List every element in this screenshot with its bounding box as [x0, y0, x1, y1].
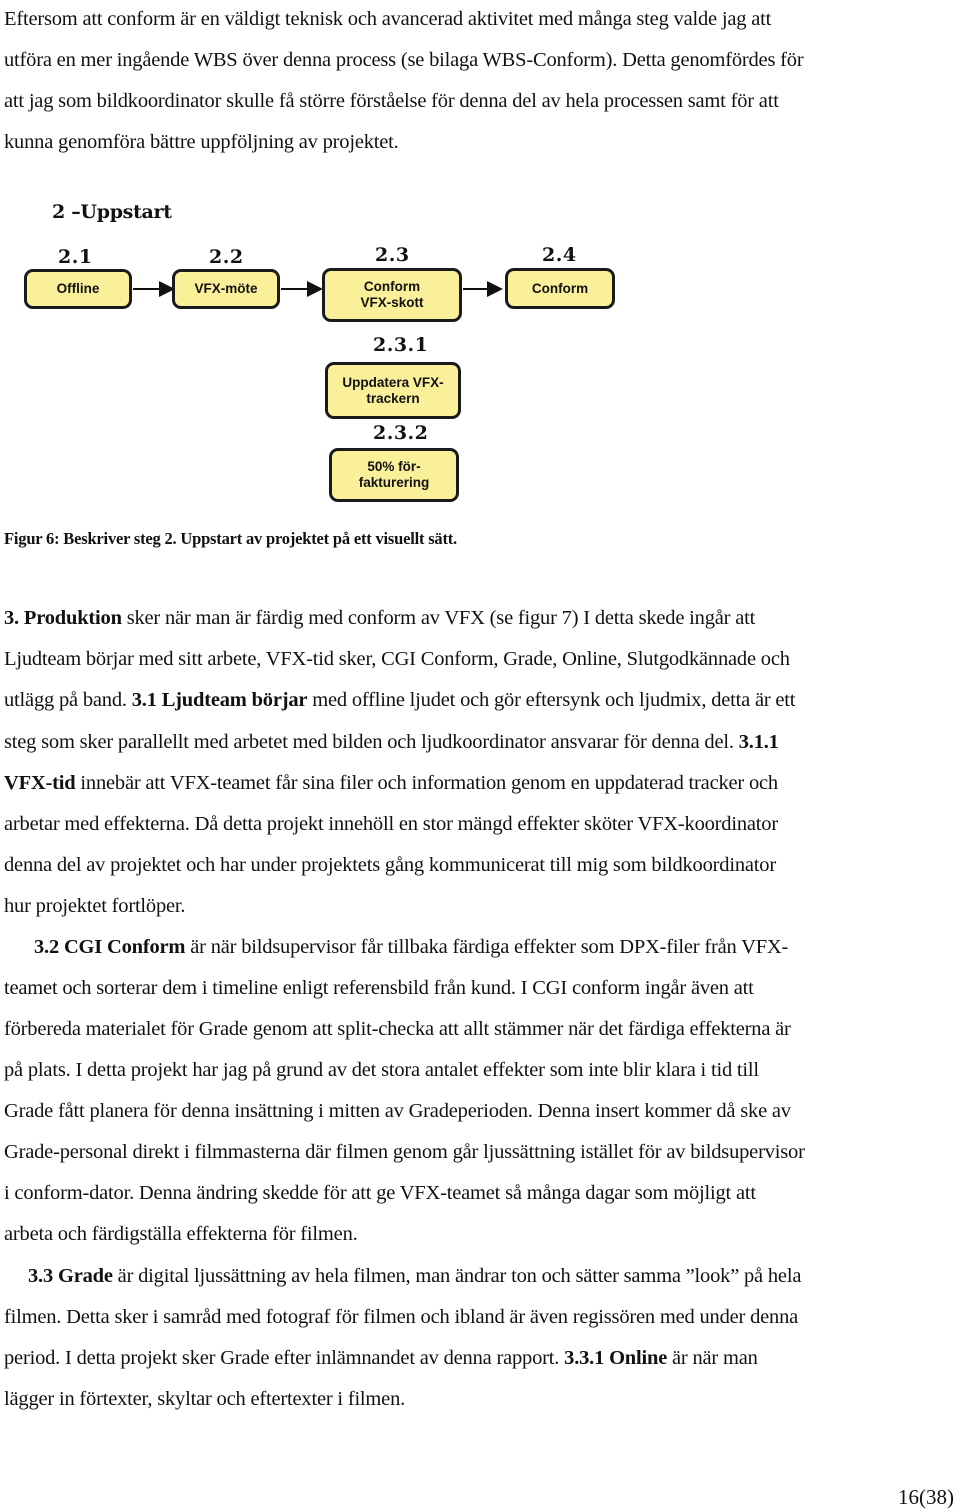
- body-line: 3.3 Grade är digital ljussättning av hel…: [28, 1264, 801, 1288]
- text: utlägg på band.: [4, 689, 132, 711]
- step-number: 2.3: [375, 244, 410, 266]
- body-line: förbereda materialet för Grade genom att…: [4, 1018, 791, 1040]
- body-line: utlägg på band. 3.1 Ljudteam börjar med …: [4, 688, 796, 712]
- intro-line: Eftersom att conform är en väldigt tekni…: [4, 8, 772, 30]
- arrow-icon: [133, 281, 175, 297]
- intro-line: att jag som bildkoordinator skulle få st…: [4, 90, 779, 112]
- page-number: 16(38): [898, 1485, 954, 1509]
- substep-label: Uppdatera VFX- trackern: [342, 374, 444, 406]
- intro-line: utföra en mer ingående WBS över denna pr…: [4, 49, 804, 71]
- heading-cgi-conform: 3.2 CGI Conform: [34, 936, 186, 958]
- text: steg som sker parallellt med arbetet med…: [4, 731, 739, 753]
- heading-vfx-tid: VFX-tid: [4, 772, 76, 794]
- step-box-conform: Conform: [505, 268, 615, 309]
- text: med offline ljudet och gör eftersynk och…: [307, 689, 796, 711]
- substep-box-tracker: Uppdatera VFX- trackern: [325, 362, 461, 419]
- substep-number: 2.3.2: [373, 422, 429, 444]
- text: period. I detta projekt sker Grade efter…: [4, 1347, 565, 1369]
- step-label: VFX-möte: [194, 281, 258, 296]
- step-number: 2.2: [209, 246, 244, 268]
- body-line: på plats. I detta projekt har jag på gru…: [4, 1059, 759, 1081]
- step-label: Offline: [56, 281, 100, 296]
- body-line: Grade-personal direkt i filmmasterna där…: [4, 1141, 805, 1163]
- substep-label: 50% för- fakturering: [358, 459, 430, 490]
- figure-caption: Figur 6: Beskriver steg 2. Uppstart av p…: [4, 529, 457, 548]
- heading-produktion: 3. Produktion: [4, 607, 122, 629]
- step-box-vfx-mote: VFX-möte: [172, 269, 280, 309]
- body-line: VFX-tid innebär att VFX-teamet får sina …: [4, 771, 778, 795]
- arrow-icon: [281, 281, 323, 297]
- body-line: hur projektet fortlöper.: [4, 895, 186, 917]
- text: innebär att VFX-teamet får sina filer oc…: [75, 772, 778, 794]
- text: är när bildsupervisor får tillbaka färdi…: [185, 936, 789, 958]
- body-line: steg som sker parallellt med arbetet med…: [4, 730, 779, 754]
- heading-online: 3.3.1 Online: [564, 1347, 668, 1369]
- body-line: denna del av projektet och har under pro…: [4, 854, 776, 876]
- heading-ljudteam: 3.1 Ljudteam börjar: [131, 689, 308, 711]
- body-line: arbetar med effekterna. Då detta projekt…: [4, 813, 778, 835]
- diagram-title: 2 –Uppstart: [52, 201, 172, 223]
- wbs-diagram: 2 –Uppstart 2.1 Offline 2.2 VFX-möte 2.3…: [0, 190, 640, 510]
- step-label: Conform VFX-skott: [360, 279, 424, 310]
- body-line: period. I detta projekt sker Grade efter…: [4, 1346, 758, 1370]
- step-number: 2.1: [58, 246, 93, 268]
- body-line: 3. Produktion sker när man är färdig med…: [4, 606, 755, 630]
- text: är digital ljussättning av hela filmen, …: [112, 1265, 802, 1287]
- intro-line: kunna genomföra bättre uppföljning av pr…: [4, 131, 399, 153]
- substep-number: 2.3.1: [373, 334, 429, 356]
- step-label: Conform: [531, 280, 589, 296]
- body-line: i conform-dator. Denna ändring skedde fö…: [4, 1182, 756, 1204]
- text: sker när man är färdig med conform av VF…: [121, 607, 756, 629]
- arrow-icon: [463, 281, 503, 297]
- body-line: Ljudteam börjar med sitt arbete, VFX-tid…: [4, 648, 790, 670]
- body-line: Grade fått planera för denna insättning …: [4, 1100, 791, 1122]
- step-box-conform-vfx: Conform VFX-skott: [322, 268, 462, 322]
- substep-box-invoicing: 50% för- fakturering: [329, 448, 459, 502]
- body-line: teamet och sorterar dem i timeline enlig…: [4, 977, 754, 999]
- step-number: 2.4: [542, 244, 577, 266]
- heading-grade: 3.3 Grade: [28, 1265, 113, 1287]
- body-line: 3.2 CGI Conform är när bildsupervisor få…: [34, 935, 788, 959]
- body-line: filmen. Detta sker i samråd med fotograf…: [4, 1306, 799, 1328]
- body-line: arbeta och färdigställa effekterna för f…: [4, 1223, 358, 1245]
- heading-number: 3.1.1: [738, 731, 779, 753]
- body-line: lägger in förtexter, skyltar och efterte…: [4, 1388, 406, 1410]
- step-box-offline: Offline: [24, 269, 132, 309]
- text: är när man: [667, 1347, 758, 1369]
